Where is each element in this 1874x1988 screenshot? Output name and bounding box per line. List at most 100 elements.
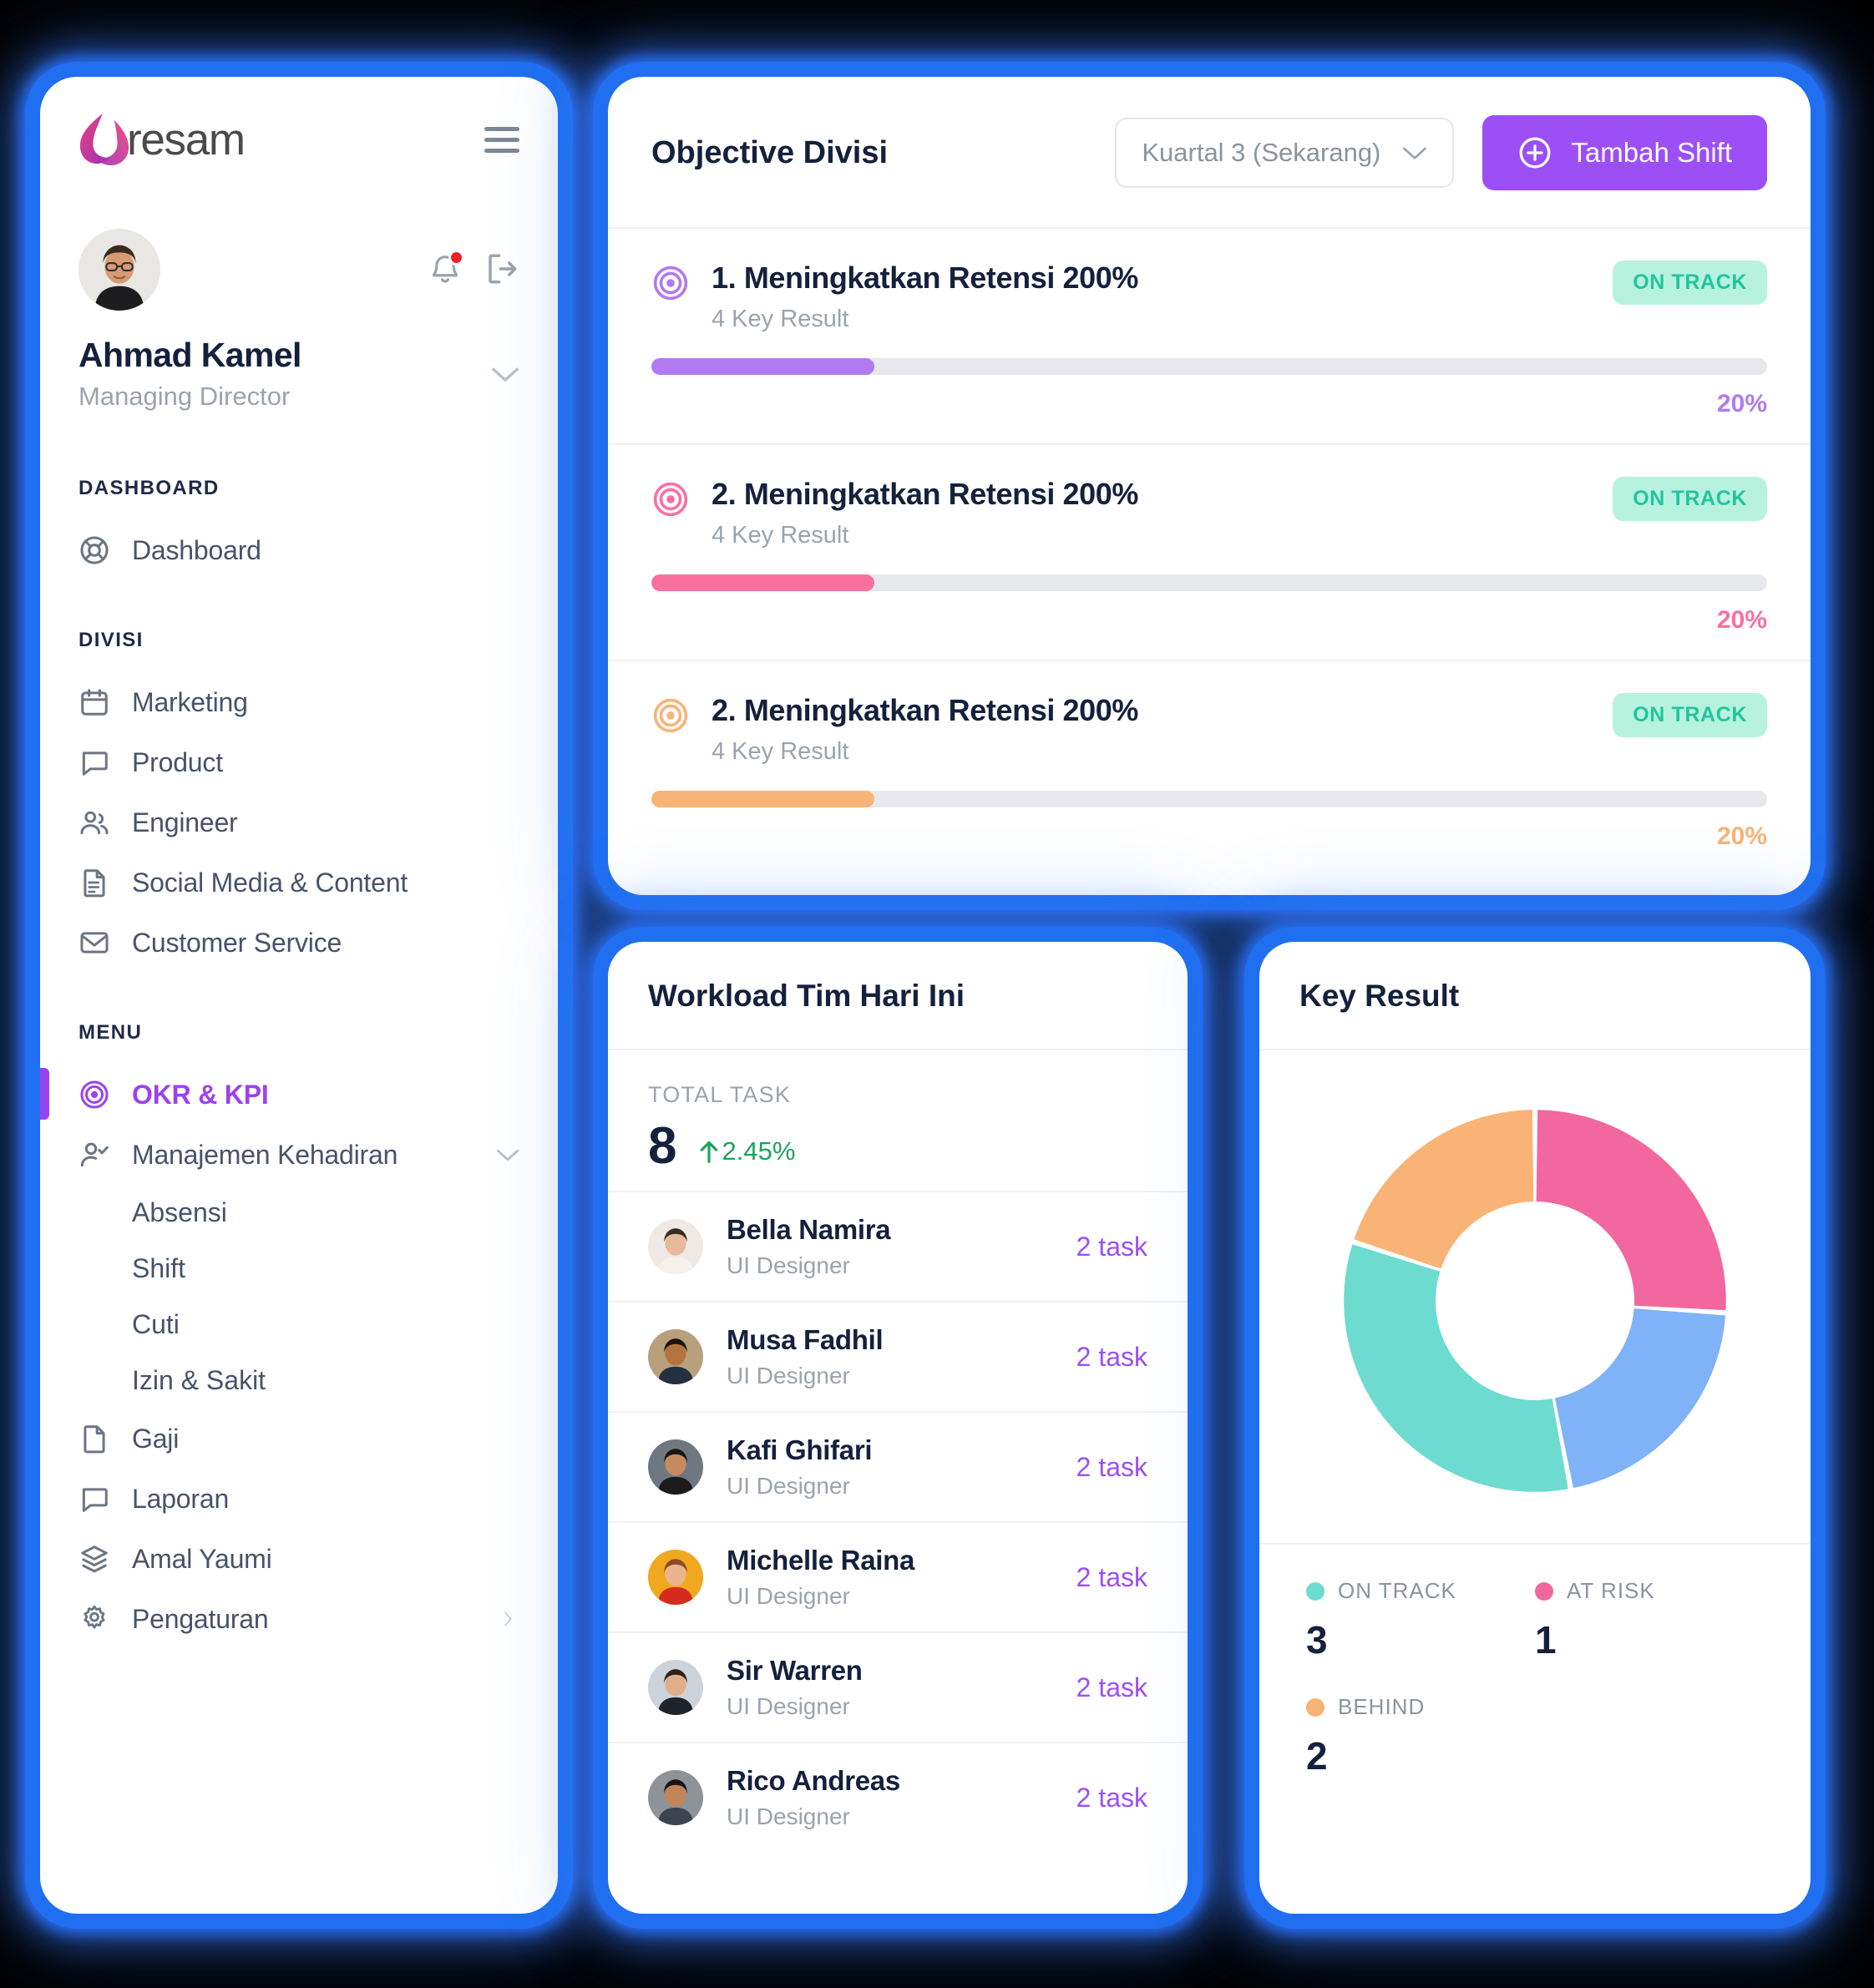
objective-row[interactable]: 2. Meningkatkan Retensi 200% 4 Key Resul… bbox=[608, 661, 1811, 876]
total-task-block: TOTAL TASK 8 2.45% bbox=[608, 1050, 1188, 1191]
file-icon bbox=[84, 1425, 105, 1454]
sidebar-section-divisi-label: DIVISI bbox=[79, 629, 144, 651]
progress-bar bbox=[651, 791, 1767, 807]
sidebar-item-label: Engineer bbox=[132, 807, 238, 837]
donut-segment[interactable] bbox=[1354, 1110, 1534, 1269]
avatar bbox=[79, 229, 160, 311]
member-row[interactable]: Bella Namira UI Designer 2 task bbox=[608, 1191, 1188, 1301]
member-row[interactable]: Rico Andreas UI Designer 2 task bbox=[608, 1742, 1188, 1852]
progress-percent: 20% bbox=[1716, 606, 1767, 634]
member-role: UI Designer bbox=[727, 1363, 850, 1389]
page-title: Objective Divisi bbox=[651, 134, 889, 170]
workload-header: Workload Tim Hari Ini bbox=[608, 942, 1188, 1050]
member-row[interactable]: Michelle Raina UI Designer 2 task bbox=[608, 1521, 1188, 1631]
sidebar-item-laporan[interactable]: Laporan bbox=[79, 1469, 519, 1529]
member-name: Sir Warren bbox=[727, 1655, 863, 1686]
sidebar-item-label: Pengaturan bbox=[132, 1603, 269, 1634]
member-texts: Kafi Ghifari UI Designer bbox=[727, 1434, 1053, 1500]
member-texts: Bella Namira UI Designer bbox=[727, 1214, 1053, 1279]
member-task-count: 2 task bbox=[1076, 1341, 1147, 1372]
member-role: UI Designer bbox=[727, 1473, 850, 1499]
sidebar-item-label: Marketing bbox=[132, 686, 248, 717]
avatar bbox=[648, 1550, 703, 1605]
sidebar-item-manajemen-kehadiran[interactable]: Manajemen Kehadiran bbox=[79, 1125, 519, 1185]
progress-bar-fill bbox=[651, 574, 875, 591]
donut-segment[interactable] bbox=[1554, 1308, 1726, 1489]
add-shift-button[interactable]: Tambah Shift bbox=[1482, 115, 1767, 190]
legend-item-behind: BEHIND 2 bbox=[1306, 1694, 1535, 1778]
sidebar-item-pengaturan[interactable]: Pengaturan bbox=[79, 1589, 519, 1649]
progress-bar-fill bbox=[651, 791, 875, 807]
sidebar-section-dashboard-label: DASHBOARD bbox=[79, 477, 220, 499]
sidebar-header: resam bbox=[79, 112, 519, 167]
sidebar-item-amal-yaumi[interactable]: Amal Yaumi bbox=[79, 1529, 519, 1589]
member-row[interactable]: Sir Warren UI Designer 2 task bbox=[608, 1631, 1188, 1742]
sidebar-item-okr-kpi[interactable]: OKR & KPI bbox=[40, 1065, 519, 1125]
sidebar-item-customer-service[interactable]: Customer Service bbox=[79, 913, 519, 973]
member-name: Bella Namira bbox=[727, 1214, 891, 1245]
sidebar-item-label: Shift bbox=[132, 1253, 186, 1283]
member-role: UI Designer bbox=[727, 1803, 850, 1829]
sidebar-item-label: Amal Yaumi bbox=[132, 1543, 272, 1574]
quarter-select[interactable]: Kuartal 3 (Sekarang) bbox=[1115, 118, 1455, 188]
member-row[interactable]: Kafi Ghifari UI Designer 2 task bbox=[608, 1411, 1188, 1521]
hamburger-icon[interactable] bbox=[484, 126, 519, 153]
member-list: Bella Namira UI Designer 2 task Musa Fadhil… bbox=[608, 1191, 1188, 1852]
sidebar-item-product[interactable]: Product bbox=[79, 732, 519, 792]
arrow-up-icon bbox=[701, 1141, 718, 1163]
sidebar-item-izin-sakit[interactable]: Izin & Sakit bbox=[79, 1353, 519, 1409]
sidebar-item-cuti[interactable]: Cuti bbox=[79, 1297, 519, 1353]
objective-row[interactable]: 2. Meningkatkan Retensi 200% 4 Key Resul… bbox=[608, 445, 1811, 661]
chevron-down-icon[interactable] bbox=[496, 1147, 519, 1162]
progress-bar bbox=[651, 358, 1767, 375]
notification-button[interactable] bbox=[428, 250, 464, 288]
progress-percent: 20% bbox=[1716, 822, 1767, 850]
calendar-icon bbox=[81, 689, 108, 716]
chat-icon bbox=[82, 751, 108, 776]
user-role: Managing Director bbox=[79, 382, 291, 411]
status-badge: ON TRACK bbox=[1613, 693, 1767, 737]
legend-item-on-track: ON TRACK 3 bbox=[1306, 1578, 1535, 1662]
logout-button[interactable] bbox=[484, 251, 519, 288]
total-task-value: 8 bbox=[648, 1117, 677, 1175]
sidebar-item-social-media-content[interactable]: Social Media & Content bbox=[79, 852, 519, 913]
sidebar-item-marketing[interactable]: Marketing bbox=[79, 672, 519, 732]
user-name-row[interactable]: Ahmad Kamel Managing Director bbox=[79, 336, 519, 412]
legend-value: 1 bbox=[1535, 1618, 1557, 1662]
avatar bbox=[648, 1329, 703, 1384]
quarter-select-value: Kuartal 3 (Sekarang) bbox=[1142, 138, 1381, 167]
legend-color-dot bbox=[1306, 1697, 1324, 1717]
member-texts: Musa Fadhil UI Designer bbox=[727, 1324, 1053, 1389]
target-icon bbox=[653, 266, 688, 301]
sidebar-item-gaji[interactable]: Gaji bbox=[79, 1409, 519, 1469]
chevron-down-icon[interactable] bbox=[491, 366, 519, 382]
sidebar-item-dashboard[interactable]: Dashboard bbox=[79, 520, 519, 580]
users-icon bbox=[80, 811, 109, 835]
chart-legend: ON TRACK 3 AT RISK 1 BEHIND 2 bbox=[1259, 1543, 1811, 1778]
donut-segment[interactable] bbox=[1344, 1244, 1568, 1492]
gear-icon bbox=[84, 1605, 105, 1629]
avatar-illustration bbox=[648, 1219, 703, 1274]
sidebar-item-label: OKR & KPI bbox=[132, 1079, 269, 1110]
member-task-count: 2 task bbox=[1076, 1672, 1147, 1702]
member-row[interactable]: Musa Fadhil UI Designer 2 task bbox=[608, 1301, 1188, 1411]
chevron-right-icon[interactable] bbox=[496, 1611, 519, 1626]
donut-segment[interactable] bbox=[1536, 1110, 1726, 1311]
member-task-count: 2 task bbox=[1076, 1782, 1147, 1813]
progress-bar bbox=[651, 574, 1767, 591]
sidebar-item-shift[interactable]: Shift bbox=[79, 1241, 519, 1297]
sidebar-item-label: Gaji bbox=[132, 1423, 180, 1454]
target-icon bbox=[653, 482, 688, 517]
notification-badge bbox=[448, 250, 464, 266]
progress-percent: 20% bbox=[1716, 390, 1767, 417]
legend-color-dot bbox=[1306, 1581, 1324, 1601]
sidebar-item-engineer[interactable]: Engineer bbox=[79, 792, 519, 852]
member-name: Michelle Raina bbox=[727, 1545, 915, 1576]
objective-row[interactable]: 1. Meningkatkan Retensi 200% 4 Key Resul… bbox=[608, 229, 1811, 445]
sidebar-item-absensi[interactable]: Absensi bbox=[79, 1185, 519, 1241]
sidebar-item-label: Manajemen Kehadiran bbox=[132, 1139, 398, 1170]
app-root: resam Ahmad Kamel Managing Director DASH… bbox=[0, 0, 1874, 1988]
brand-logo: resam bbox=[79, 112, 246, 167]
mail-icon bbox=[80, 932, 109, 954]
member-task-count: 2 task bbox=[1076, 1561, 1147, 1592]
